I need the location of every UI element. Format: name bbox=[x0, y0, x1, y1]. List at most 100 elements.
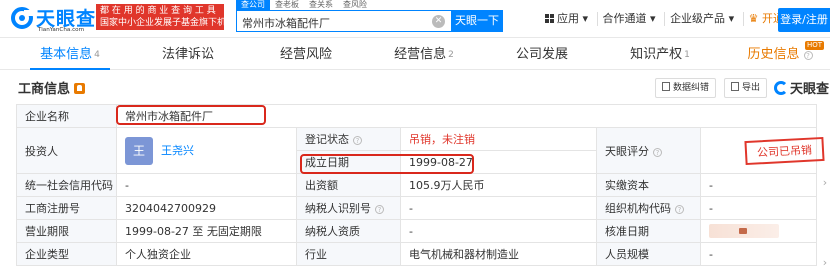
tab-legal[interactable]: 法律诉讼 bbox=[148, 40, 228, 70]
search-tab-company[interactable]: 查公司 bbox=[236, 0, 270, 10]
search-tab-risk[interactable]: 查风险 bbox=[338, 0, 372, 10]
top-bar: 天眼查 TianYanCha.com 都 在 用 的 商 业 查 询 工 具 国… bbox=[0, 0, 830, 38]
taxpayer-id-label: 纳税人识别号 bbox=[305, 202, 371, 215]
investor-value: 王王尧兴 bbox=[116, 127, 297, 174]
taxpayer-id-value: - bbox=[400, 196, 597, 220]
table-row: 企业名称 常州市冰箱配件厂 bbox=[16, 104, 817, 128]
export-label: 导出 bbox=[742, 83, 761, 93]
data-correction-button[interactable]: 数据纠错 bbox=[655, 78, 717, 98]
business-info-table: 企业名称 常州市冰箱配件厂 投资人 王王尧兴 登记状态? 吊销，未注销 天眼评分… bbox=[16, 104, 825, 266]
lock-icon[interactable] bbox=[709, 224, 779, 238]
paid-capital-label: 实缴资本 bbox=[596, 173, 701, 197]
login-register-button[interactable]: 登录/注册 bbox=[778, 8, 830, 32]
help-icon[interactable]: ? bbox=[353, 136, 362, 145]
company-name-label: 企业名称 bbox=[16, 104, 117, 128]
promo-line-1: 都 在 用 的 商 业 查 询 工 具 bbox=[100, 6, 216, 16]
tianyancha-logo-icon bbox=[774, 81, 788, 95]
section-title: 工商信息 bbox=[18, 78, 86, 97]
tianyancha-logo-icon bbox=[11, 7, 34, 29]
export-button[interactable]: 导出 bbox=[724, 78, 768, 98]
founded-label: 成立日期 bbox=[296, 150, 401, 174]
reg-status-label-cell: 登记状态? bbox=[296, 127, 401, 151]
investor-link[interactable]: 王尧兴 bbox=[161, 144, 194, 157]
site-logo[interactable]: 天眼查 TianYanCha.com bbox=[10, 4, 95, 34]
term-label: 营业期限 bbox=[16, 219, 117, 243]
score-value: 公司已吊销 bbox=[700, 127, 825, 174]
tab-operation[interactable]: 经营信息 2 bbox=[384, 40, 464, 70]
type-value: 个人独资企业 bbox=[116, 242, 297, 266]
tab-history[interactable]: 历史信息? HOT bbox=[738, 40, 824, 70]
dropdown-icon: ▾ bbox=[650, 12, 656, 25]
industry-label: 行业 bbox=[296, 242, 401, 266]
org-code-value: - bbox=[700, 196, 817, 220]
reg-status-label: 登记状态 bbox=[305, 133, 349, 146]
industry-value: 电气机械和器材制造业 bbox=[400, 242, 597, 266]
score-label: 天眼评分 bbox=[605, 144, 649, 158]
approval-label: 核准日期 bbox=[596, 219, 701, 243]
brand-watermark: 天眼查 bbox=[774, 78, 829, 97]
credit-code-value: - bbox=[116, 173, 297, 197]
chevron-right-icon[interactable]: › bbox=[820, 256, 830, 270]
logo-domain: TianYanCha.com bbox=[38, 26, 85, 33]
clear-icon[interactable]: ✕ bbox=[432, 15, 445, 28]
staff-label: 人员规模 bbox=[596, 242, 701, 266]
nav-channel[interactable]: 合作通道 ▾ bbox=[596, 12, 661, 26]
table-row: 统一社会信用代码? - 出资额 105.9万人民币 实缴资本 - bbox=[16, 173, 817, 197]
tab-label: 基本信息 bbox=[40, 47, 93, 62]
reg-no-label: 工商注册号 bbox=[16, 196, 117, 220]
reg-no-value: 3204042700929 bbox=[116, 196, 297, 220]
credit-code-label: 统一社会信用代码 bbox=[25, 179, 113, 192]
search-tab-relation[interactable]: 查关系 bbox=[304, 0, 338, 10]
promo-banner[interactable]: 都 在 用 的 商 业 查 询 工 具 国家中小企业发展子基金旗下机构 bbox=[96, 4, 224, 30]
avatar[interactable]: 王 bbox=[125, 136, 153, 165]
brand-watermark-text: 天眼查 bbox=[790, 82, 830, 97]
table-row: 营业期限 1999-08-27 至 无固定期限 纳税人资质 - 核准日期 bbox=[16, 219, 817, 243]
nav-app[interactable]: 应用 ▾ bbox=[540, 12, 593, 26]
tab-label: 知识产权 bbox=[630, 47, 683, 62]
help-icon[interactable]: ? bbox=[653, 147, 662, 157]
tab-basic-info[interactable]: 基本信息 4 bbox=[30, 40, 110, 70]
hot-badge: HOT bbox=[804, 41, 824, 50]
table-row: 投资人 王王尧兴 登记状态? 吊销，未注销 天眼评分? 公司已吊销 bbox=[16, 127, 825, 174]
section-title-text: 工商信息 bbox=[18, 82, 71, 97]
search-input[interactable]: 常州市冰箱配件厂 ✕ bbox=[236, 10, 451, 32]
nav-app-label: 应用 bbox=[557, 12, 579, 25]
taxpayer-id-label-cell: 纳税人识别号? bbox=[296, 196, 401, 220]
staff-value: - bbox=[700, 242, 817, 266]
tab-label: 公司发展 bbox=[515, 47, 568, 62]
document-icon bbox=[662, 82, 670, 91]
tab-development[interactable]: 公司发展 bbox=[502, 40, 582, 70]
grid-icon bbox=[545, 14, 554, 23]
company-tabs: 基本信息 4 法律诉讼 经营风险 经营信息 2 公司发展 知识产权 1 历史信息? HO… bbox=[0, 40, 830, 70]
tab-count: 4 bbox=[94, 50, 100, 60]
dropdown-icon: ▾ bbox=[582, 12, 589, 25]
approval-value[interactable] bbox=[700, 219, 817, 243]
company-name-text: 常州市冰箱配件厂 bbox=[125, 110, 213, 123]
reg-status-value: 吊销，未注销 bbox=[400, 127, 597, 151]
investor-label: 投资人 bbox=[16, 127, 117, 174]
paid-capital-value: - bbox=[700, 173, 817, 197]
search-input-value: 常州市冰箱配件厂 bbox=[242, 17, 330, 30]
table-row: 企业类型 个人独资企业 行业 电气机械和器材制造业 人员规模 - bbox=[16, 242, 817, 266]
bell-icon[interactable] bbox=[74, 83, 86, 94]
revoked-stamp: 公司已吊销 bbox=[744, 136, 825, 165]
type-label: 企业类型 bbox=[16, 242, 117, 266]
tab-count: 1 bbox=[684, 50, 690, 60]
org-code-label: 组织机构代码 bbox=[605, 202, 671, 215]
nav-enterprise[interactable]: 企业级产品 ▾ bbox=[664, 12, 739, 26]
taxpayer-qual-label: 纳税人资质 bbox=[296, 219, 401, 243]
tab-ip[interactable]: 知识产权 1 bbox=[620, 40, 700, 70]
search-button[interactable]: 天眼一下 bbox=[451, 10, 503, 32]
tab-label: 经营风险 bbox=[279, 47, 332, 62]
help-icon[interactable]: ? bbox=[375, 205, 384, 214]
table-row: 工商注册号 3204042700929 纳税人识别号? - 组织机构代码? - bbox=[16, 196, 817, 220]
export-icon bbox=[731, 82, 739, 91]
org-code-label-cell: 组织机构代码? bbox=[596, 196, 701, 220]
search-tab-boss[interactable]: 查老板 bbox=[270, 0, 304, 10]
chevron-right-icon[interactable]: › bbox=[820, 176, 830, 190]
tab-risk[interactable]: 经营风险 bbox=[266, 40, 346, 70]
taxpayer-qual-value: - bbox=[400, 219, 597, 243]
credit-code-label-cell: 统一社会信用代码? bbox=[16, 173, 117, 197]
help-icon[interactable]: ? bbox=[675, 205, 684, 214]
nav-channel-label: 合作通道 bbox=[602, 12, 647, 25]
